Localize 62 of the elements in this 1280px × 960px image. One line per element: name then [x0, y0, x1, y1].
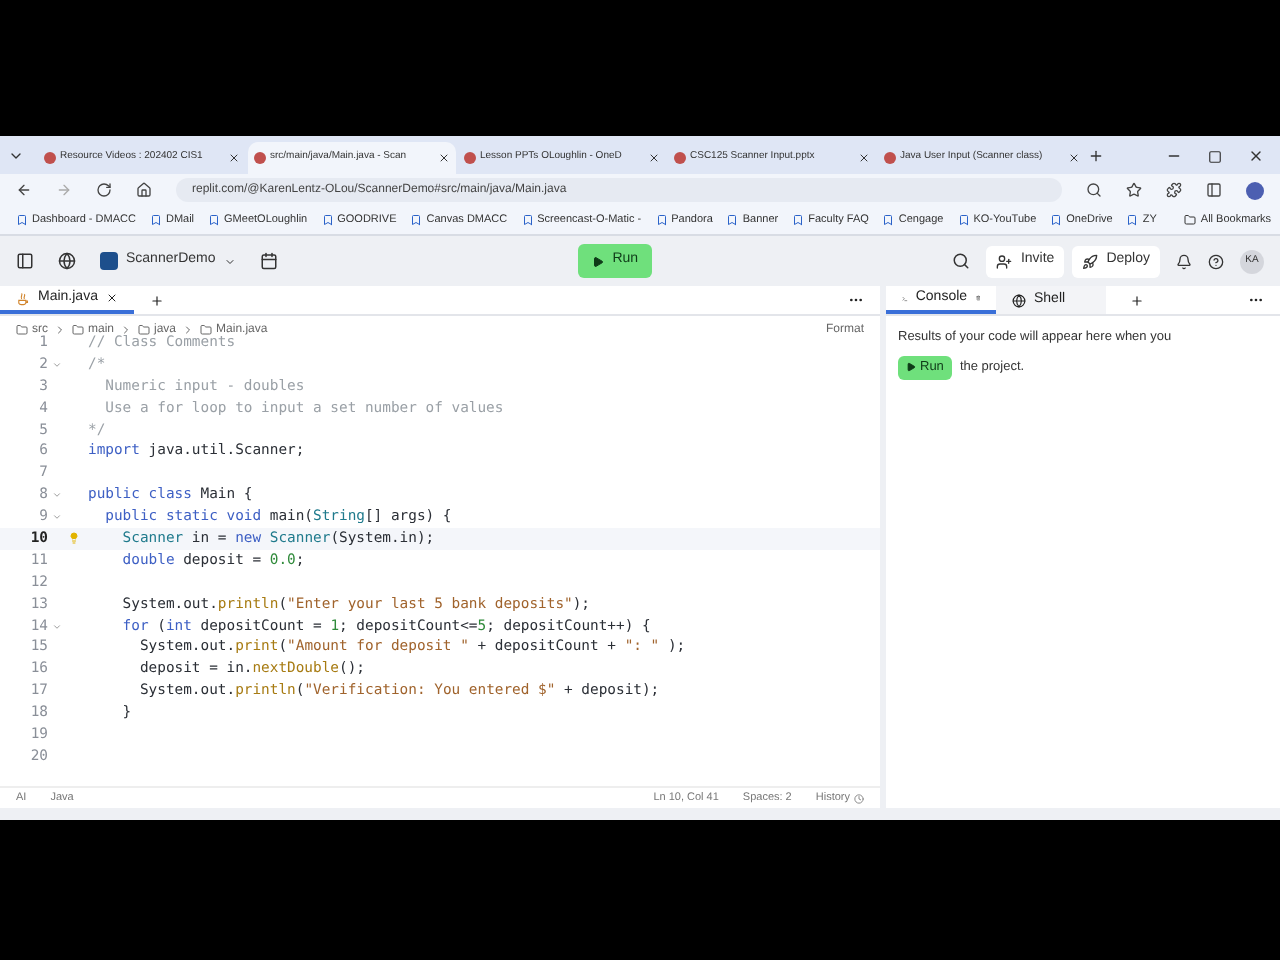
trash-icon[interactable]	[975, 292, 980, 304]
chevron-icon	[182, 324, 195, 336]
favicon-icon	[254, 152, 266, 164]
bookmark-icon	[208, 214, 221, 226]
bookmark-icon	[16, 214, 28, 226]
extensions-icon[interactable]	[1166, 182, 1182, 198]
play-icon	[592, 255, 605, 267]
favicon-icon	[674, 152, 686, 164]
folder-icon	[72, 324, 84, 336]
bookmark-icon	[321, 214, 334, 226]
calendar-icon[interactable]	[259, 252, 278, 270]
bookmark-icon	[1126, 214, 1139, 226]
bookmark-icon	[957, 214, 970, 226]
close-icon[interactable]	[228, 152, 240, 164]
back-icon[interactable]	[16, 182, 32, 198]
folder-icon	[138, 324, 151, 336]
sidebar-toggle-icon[interactable]	[16, 252, 34, 270]
add-user-icon	[996, 253, 1013, 269]
play-icon	[906, 362, 916, 373]
favicon-icon	[44, 152, 56, 164]
new-tab-icon[interactable]	[1088, 148, 1104, 164]
clock-icon	[854, 793, 864, 803]
folder-icon	[1184, 214, 1197, 226]
help-icon[interactable]	[1208, 253, 1224, 269]
star-icon[interactable]	[1126, 182, 1142, 198]
close-icon[interactable]	[1068, 152, 1080, 164]
project-logo-icon	[100, 252, 118, 270]
zoom-icon[interactable]	[1086, 182, 1102, 198]
folder-icon	[200, 324, 213, 336]
tab-list-icon[interactable]	[8, 148, 24, 164]
reload-icon[interactable]	[96, 182, 112, 198]
bookmark-icon	[521, 214, 534, 226]
chevron-icon	[54, 324, 66, 336]
favicon-icon	[464, 152, 476, 164]
globe-icon	[1012, 293, 1026, 307]
bookmark-icon	[1050, 214, 1063, 226]
bookmark-icon	[149, 214, 162, 226]
workspace-icon[interactable]	[58, 252, 76, 270]
maximize-icon[interactable]	[1208, 150, 1222, 164]
bookmark-icon	[410, 214, 423, 226]
bookmark-icon	[882, 214, 895, 226]
close-icon[interactable]	[858, 152, 870, 164]
bookmark-icon	[726, 214, 739, 226]
bookmark-icon	[655, 214, 668, 226]
close-icon[interactable]	[438, 152, 450, 164]
side-panel-icon[interactable]	[1206, 182, 1222, 198]
add-tab-icon[interactable]	[1130, 293, 1144, 307]
add-tab-icon[interactable]	[149, 293, 164, 307]
caret-icon[interactable]	[223, 255, 236, 267]
favicon-icon	[884, 152, 896, 164]
search-icon[interactable]	[952, 252, 971, 270]
profile-avatar[interactable]	[1246, 181, 1264, 199]
close-icon[interactable]	[648, 152, 660, 164]
notifications-icon[interactable]	[1176, 253, 1192, 269]
home-icon[interactable]	[136, 182, 152, 198]
chevron-icon	[120, 324, 133, 336]
bookmark-icon	[792, 214, 805, 226]
rocket-icon	[1082, 253, 1099, 269]
close-icon[interactable]	[1248, 148, 1264, 164]
folder-icon	[16, 324, 28, 336]
close-icon[interactable]	[105, 292, 118, 304]
java-file-icon	[16, 291, 30, 305]
